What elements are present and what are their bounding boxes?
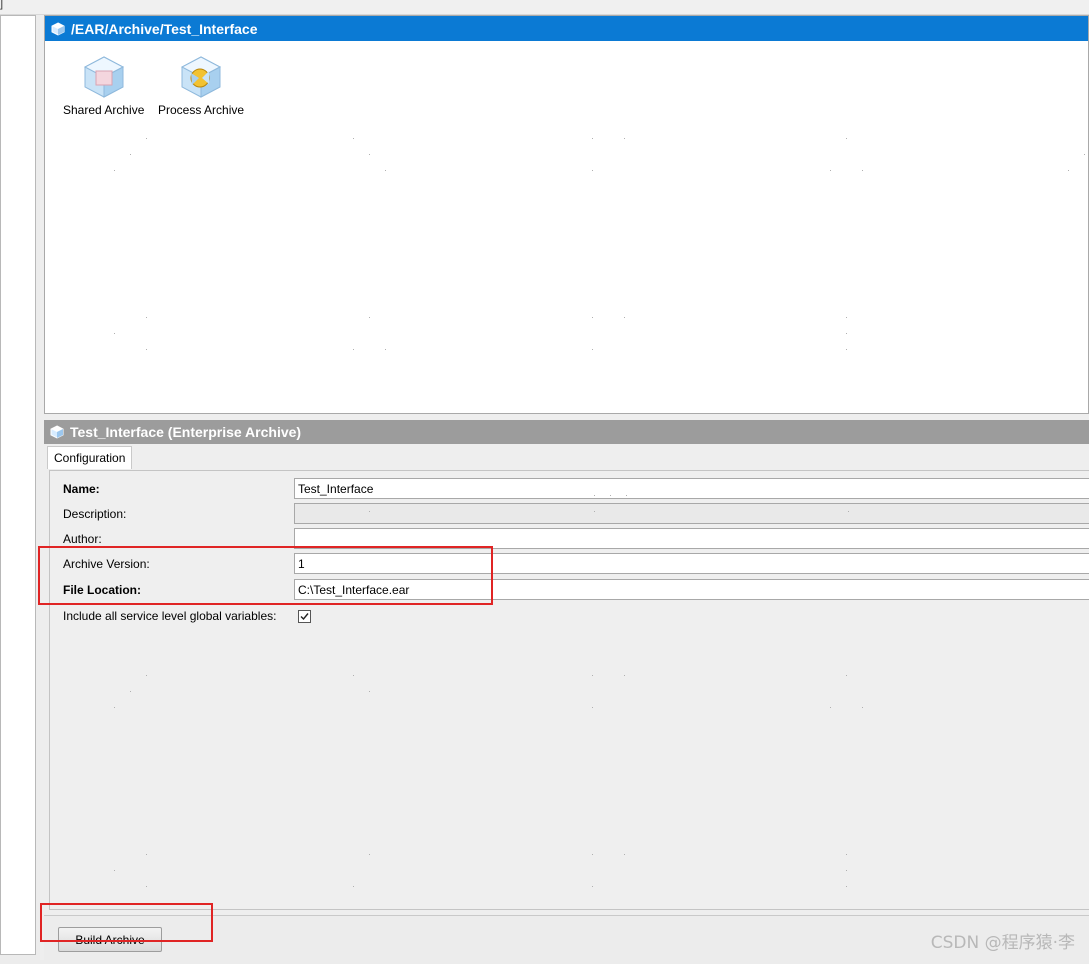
grid-dot	[862, 170, 863, 171]
config-title: Test_Interface (Enterprise Archive)	[70, 424, 302, 440]
grid-dot	[369, 854, 370, 855]
configuration-form: Name: Test_Interface Description: Author…	[49, 470, 1089, 910]
grid-dot	[592, 349, 593, 350]
grid-dot	[114, 170, 115, 171]
grid-dot	[592, 170, 593, 171]
grid-dot	[353, 886, 354, 887]
grid-dot	[624, 317, 625, 318]
grid-dot	[130, 154, 131, 155]
grid-dot	[592, 675, 593, 676]
include-globals-checkbox[interactable]	[298, 610, 311, 623]
archive-cube-icon	[50, 425, 64, 439]
grid-dot	[846, 349, 847, 350]
grid-dot	[846, 333, 847, 334]
grid-dot	[624, 675, 625, 676]
process-archive-icon	[180, 56, 222, 98]
resource-label: Process Archive	[158, 103, 245, 117]
grid-dot	[846, 886, 847, 887]
grid-dot	[146, 886, 147, 887]
grid-dot	[848, 511, 849, 512]
resource-shared-archive[interactable]: Shared Archive	[63, 54, 144, 117]
grid-dot	[385, 349, 386, 350]
main-area: /EAR/Archive/Test_Interface Shared Archi…	[40, 15, 1089, 961]
configuration-panel: Test_Interface (Enterprise Archive) Conf…	[44, 420, 1089, 961]
grid-dot	[830, 170, 831, 171]
grid-dot	[130, 691, 131, 692]
resource-label: Shared Archive	[63, 103, 145, 117]
name-label: Name:	[63, 482, 100, 496]
grid-dot	[146, 317, 147, 318]
grid-dot	[624, 854, 625, 855]
grid-dot	[846, 317, 847, 318]
config-title-bar: Test_Interface (Enterprise Archive)	[44, 420, 1089, 444]
design-canvas[interactable]: /EAR/Archive/Test_Interface Shared Archi…	[44, 15, 1089, 414]
grid-dot	[846, 854, 847, 855]
grid-dot	[592, 854, 593, 855]
grid-dot	[369, 691, 370, 692]
grid-dot	[592, 886, 593, 887]
grid-dot	[594, 511, 595, 512]
grid-dot	[114, 333, 115, 334]
highlight-box-build-button	[40, 903, 213, 942]
grid-dot	[146, 138, 147, 139]
grid-dot	[353, 675, 354, 676]
grid-dot	[353, 349, 354, 350]
description-label: Description:	[63, 507, 127, 521]
grid-dot	[114, 707, 115, 708]
grid-dot	[369, 154, 370, 155]
grid-dot	[862, 707, 863, 708]
grid-dot	[146, 854, 147, 855]
grid-dot	[594, 495, 595, 496]
highlight-box-version-location	[38, 546, 493, 605]
grid-dot	[353, 138, 354, 139]
grid-dot	[1084, 154, 1085, 155]
grid-dot	[624, 138, 625, 139]
tab-strip: Configuration	[44, 444, 1089, 469]
resource-process-archive[interactable]: Process Archive	[158, 54, 244, 117]
grid-dot	[846, 138, 847, 139]
shared-archive-icon	[83, 56, 124, 98]
grid-dot	[830, 707, 831, 708]
grid-dot	[369, 511, 370, 512]
grid-dot	[385, 170, 386, 171]
top-toolbar-strip: ]	[0, 0, 1089, 15]
grid-dot	[1068, 170, 1069, 171]
grid-dot	[146, 349, 147, 350]
grid-dot	[146, 675, 147, 676]
grid-dot	[846, 870, 847, 871]
grid-dot	[846, 675, 847, 676]
archive-cube-icon	[51, 21, 65, 36]
canvas-title: /EAR/Archive/Test_Interface	[71, 20, 258, 37]
name-field[interactable]: Test_Interface	[294, 478, 1089, 499]
canvas-title-bar: /EAR/Archive/Test_Interface	[45, 16, 1088, 41]
grid-dot	[592, 138, 593, 139]
watermark-text: CSDN @程序猿·李	[930, 933, 1075, 953]
grid-dot	[626, 495, 627, 496]
grid-dot	[369, 317, 370, 318]
description-field[interactable]	[294, 503, 1089, 524]
grid-dot	[610, 495, 611, 496]
tab-label: Configuration	[54, 451, 126, 465]
grid-dot	[114, 870, 115, 871]
grid-dot	[592, 707, 593, 708]
bracket-icon: ]	[0, 0, 4, 10]
tab-configuration[interactable]: Configuration	[47, 446, 133, 469]
checkmark-icon	[300, 613, 309, 621]
include-globals-label: Include all service level global variabl…	[63, 609, 277, 623]
grid-dot	[592, 317, 593, 318]
left-tree-panel[interactable]	[0, 15, 36, 955]
